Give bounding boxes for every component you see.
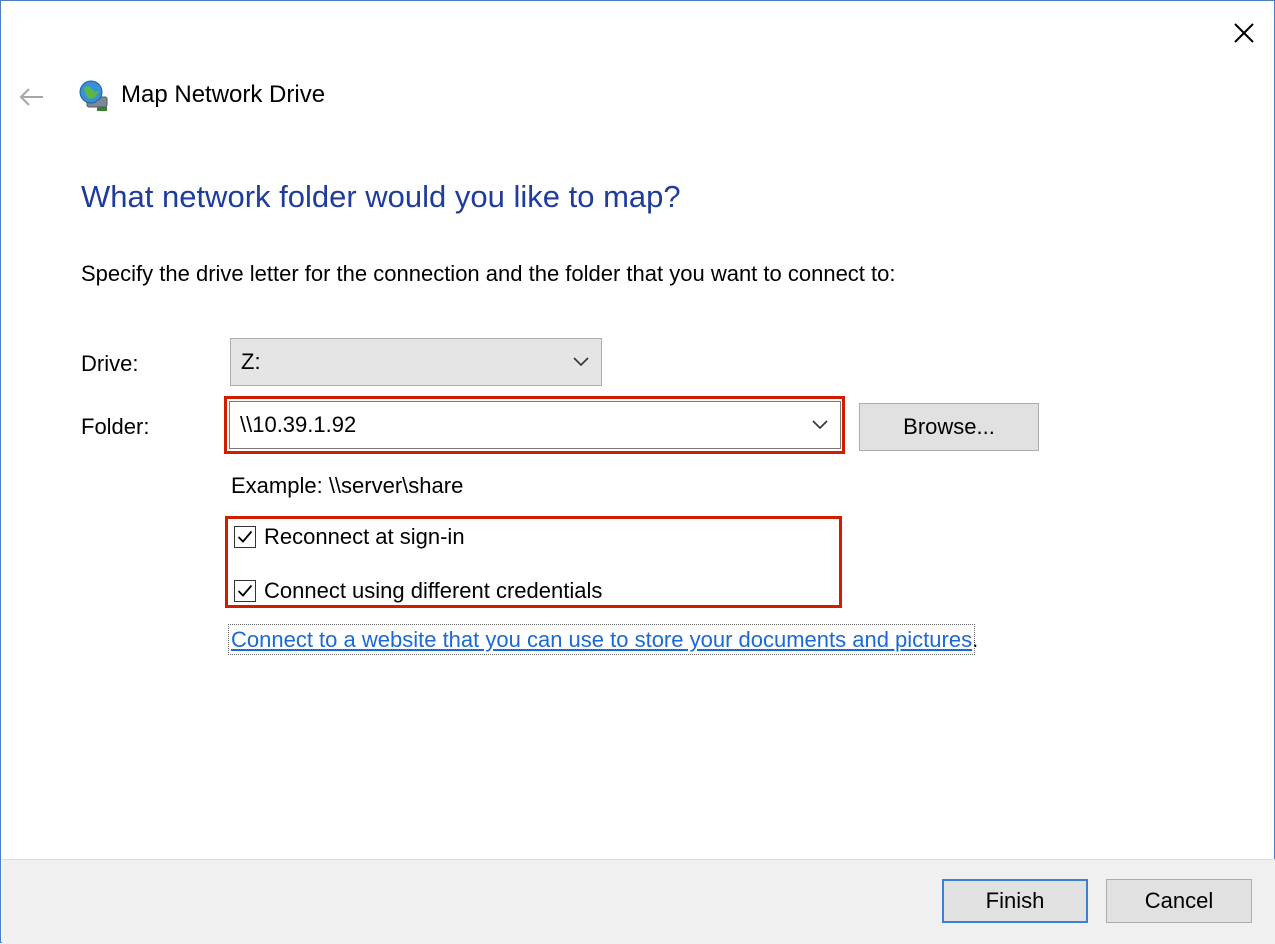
example-text: Example: \\server\share [231, 473, 464, 498]
credentials-label: Connect using different credentials [264, 578, 603, 603]
close-button[interactable] [1219, 11, 1269, 55]
link-suffix: . [972, 627, 979, 652]
chevron-down-icon [561, 357, 601, 367]
back-arrow-icon [19, 88, 43, 106]
browse-button[interactable]: Browse... [859, 403, 1039, 451]
folder-input-value: \\10.39.1.92 [240, 412, 357, 437]
reconnect-checkbox[interactable] [234, 526, 256, 548]
reconnect-checkbox-row[interactable]: Reconnect at sign-in [234, 524, 465, 550]
checkmark-icon [237, 584, 253, 597]
drive-select-value: Z: [241, 349, 261, 374]
credentials-checkbox[interactable] [234, 580, 256, 602]
network-drive-icon [77, 79, 111, 113]
chevron-down-icon[interactable] [800, 420, 840, 430]
reconnect-label: Reconnect at sign-in [264, 524, 465, 549]
drive-label: Drive: [81, 351, 139, 376]
checkmark-icon [237, 530, 253, 543]
map-network-drive-dialog: Map Network Drive What network folder wo… [0, 0, 1275, 944]
drive-select[interactable]: Z: [230, 338, 602, 386]
instruction-text: Specify the drive letter for the connect… [81, 261, 896, 286]
credentials-checkbox-row[interactable]: Connect using different credentials [234, 578, 602, 604]
page-heading: What network folder would you like to ma… [81, 179, 681, 214]
website-link[interactable]: Connect to a website that you can use to… [227, 624, 976, 655]
finish-button[interactable]: Finish [942, 879, 1088, 923]
folder-label: Folder: [81, 414, 150, 439]
folder-input[interactable]: \\10.39.1.92 [229, 401, 841, 449]
cancel-button[interactable]: Cancel [1106, 879, 1252, 923]
window-title: Map Network Drive [121, 81, 326, 108]
website-link-row: Connect to a website that you can use to… [227, 624, 979, 655]
close-icon [1234, 23, 1254, 43]
back-button[interactable] [9, 77, 53, 117]
